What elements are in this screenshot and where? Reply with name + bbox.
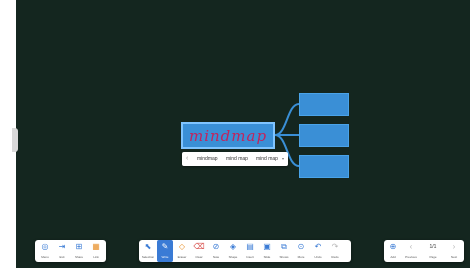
page-toolbar: ⊕ Add ‹ Previous 1/1 Page › Next <box>384 240 464 262</box>
mindmap-child-node[interactable] <box>299 155 349 178</box>
page-indicator[interactable]: 1/1 Page <box>425 240 441 262</box>
more-tool[interactable]: ⊙ More <box>293 240 309 262</box>
suggestion-item[interactable]: mind map <box>256 152 278 166</box>
menu-button[interactable]: ◎ Menu <box>37 240 53 262</box>
chevron-left-icon: ‹ <box>409 242 413 251</box>
chevron-right-icon: › <box>452 242 456 251</box>
link-icon: ▦ <box>92 242 100 251</box>
suggestion-item[interactable]: mindmap <box>197 152 218 166</box>
slide-tool[interactable]: ▣ Slide <box>259 240 275 262</box>
left-toolbar: ◎ Menu ⇥ Exit ⊞ Share ▦ Link <box>35 240 106 262</box>
handwriting-suggestion-bar: ‹ mindmap mind map mind map ▾ <box>182 152 288 166</box>
slide-icon: ▣ <box>263 242 271 251</box>
next-page-button[interactable]: › Next <box>446 240 462 262</box>
note-tool[interactable]: ⊘ Note <box>208 240 224 262</box>
eraser-icon: ◇ <box>178 242 186 251</box>
shape-tool[interactable]: ◈ Shape <box>225 240 241 262</box>
app-window: mindmap ‹ mindmap mind map mind map ▾ ◎ … <box>0 0 470 268</box>
mindmap-child-node[interactable] <box>299 124 349 147</box>
suggestion-item[interactable]: mind map <box>226 152 248 166</box>
selection-tool[interactable]: ⬉ Selection <box>140 240 156 262</box>
shows-icon: ⧉ <box>281 242 287 251</box>
share-icon: ⊞ <box>75 242 83 251</box>
more-icon: ⊙ <box>297 242 305 251</box>
chevron-left-icon[interactable]: ‹ <box>186 152 188 166</box>
insert-icon: ▤ <box>246 242 254 251</box>
main-toolbar: ⬉ Selection ✎ Write ◇ Eraser ⌫ Clear ⊘ N… <box>139 240 351 262</box>
mindmap-child-node[interactable] <box>299 93 349 116</box>
chevron-down-icon[interactable]: ▾ <box>282 152 284 166</box>
shows-tool[interactable]: ⧉ Shows <box>276 240 292 262</box>
redo-icon: ↷ <box>331 242 339 251</box>
cursor-icon: ⬉ <box>144 242 152 251</box>
eraser-tool[interactable]: ◇ Eraser <box>174 240 190 262</box>
write-tool[interactable]: ✎ Write <box>157 240 173 262</box>
mindmap-central-node[interactable]: mindmap <box>181 122 275 149</box>
page-number: 1/1 <box>429 244 437 250</box>
exit-button[interactable]: ⇥ Exit <box>54 240 70 262</box>
clear-tool[interactable]: ⌫ Clear <box>191 240 207 262</box>
redo-button[interactable]: ↷ Redo <box>327 240 343 262</box>
insert-tool[interactable]: ▤ Insert <box>242 240 258 262</box>
undo-icon: ↶ <box>314 242 322 251</box>
undo-button[interactable]: ↶ Undo <box>310 240 326 262</box>
previous-page-button[interactable]: ‹ Previous <box>403 240 419 262</box>
note-icon: ⊘ <box>212 242 220 251</box>
pen-icon: ✎ <box>161 242 169 251</box>
link-button[interactable]: ▦ Link <box>88 240 104 262</box>
add-page-button[interactable]: ⊕ Add <box>385 240 401 262</box>
shape-icon: ◈ <box>229 242 237 251</box>
menu-icon: ◎ <box>41 242 49 251</box>
clear-icon: ⌫ <box>193 242 205 251</box>
exit-icon: ⇥ <box>58 242 66 251</box>
side-panel-handle[interactable] <box>12 128 18 152</box>
add-icon: ⊕ <box>389 242 397 251</box>
central-node-handwriting: mindmap <box>189 127 268 145</box>
share-button[interactable]: ⊞ Share <box>71 240 87 262</box>
